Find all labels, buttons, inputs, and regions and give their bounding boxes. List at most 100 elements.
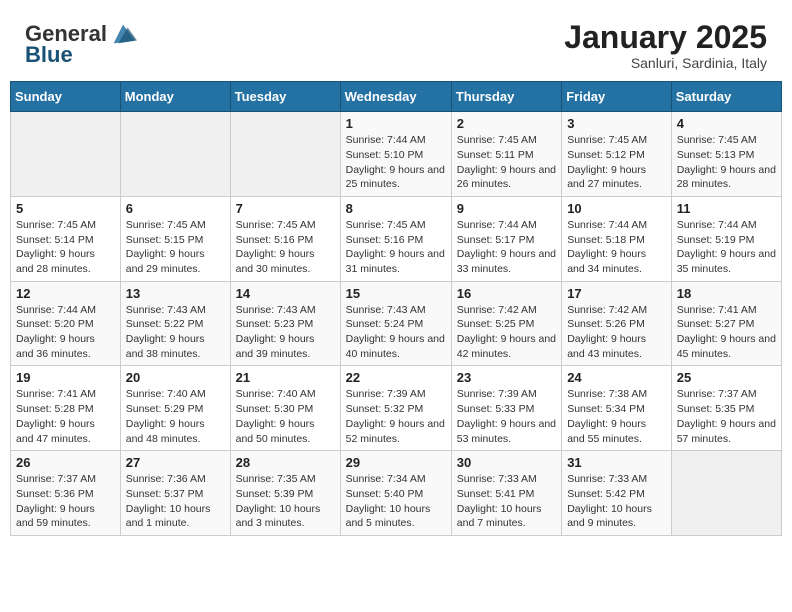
calendar-cell: 26 Sunrise: 7:37 AM Sunset: 5:36 PM Dayli… bbox=[11, 451, 121, 536]
day-number: 13 bbox=[126, 286, 225, 301]
day-info: Sunrise: 7:44 AM Sunset: 5:18 PM Dayligh… bbox=[567, 218, 666, 277]
calendar-cell: 21 Sunrise: 7:40 AM Sunset: 5:30 PM Dayli… bbox=[230, 366, 340, 451]
calendar-cell bbox=[671, 451, 781, 536]
day-info: Sunrise: 7:43 AM Sunset: 5:24 PM Dayligh… bbox=[346, 303, 446, 362]
day-number: 23 bbox=[457, 370, 556, 385]
day-number: 12 bbox=[16, 286, 115, 301]
header-cell-saturday: Saturday bbox=[671, 82, 781, 112]
logo-blue: Blue bbox=[25, 44, 73, 66]
day-number: 18 bbox=[677, 286, 776, 301]
calendar-cell: 30Sunrise: 7:33 AM Sunset: 5:41 PM Dayli… bbox=[451, 451, 561, 536]
calendar-table: SundayMondayTuesdayWednesdayThursdayFrid… bbox=[10, 81, 782, 536]
day-number: 19 bbox=[16, 370, 115, 385]
day-number: 28 bbox=[236, 455, 335, 470]
header-cell-sunday: Sunday bbox=[11, 82, 121, 112]
day-number: 26 bbox=[16, 455, 115, 470]
header-cell-wednesday: Wednesday bbox=[340, 82, 451, 112]
day-number: 3 bbox=[567, 116, 666, 131]
calendar-cell: 2Sunrise: 7:45 AM Sunset: 5:11 PM Daylig… bbox=[451, 112, 561, 197]
day-number: 16 bbox=[457, 286, 556, 301]
day-info: Sunrise: 7:45 AM Sunset: 5:13 PM Dayligh… bbox=[677, 133, 776, 192]
calendar-cell: 19 Sunrise: 7:41 AM Sunset: 5:28 PM Dayli… bbox=[11, 366, 121, 451]
day-number: 31 bbox=[567, 455, 666, 470]
day-number: 7 bbox=[236, 201, 335, 216]
logo-icon bbox=[109, 20, 137, 48]
day-info: Sunrise: 7:33 AM Sunset: 5:41 PM Dayligh… bbox=[457, 472, 556, 531]
month-title: January 2025 bbox=[564, 20, 767, 55]
day-info: Sunrise: 7:44 AM Sunset: 5:17 PM Dayligh… bbox=[457, 218, 556, 277]
day-info: Sunrise: 7:33 AM Sunset: 5:42 PM Dayligh… bbox=[567, 472, 666, 531]
day-info: Sunrise: 7:42 AM Sunset: 5:25 PM Dayligh… bbox=[457, 303, 556, 362]
day-info: Sunrise: 7:45 AM Sunset: 5:16 PM Dayligh… bbox=[236, 218, 335, 277]
calendar-cell: 24 Sunrise: 7:38 AM Sunset: 5:34 PM Dayli… bbox=[562, 366, 672, 451]
day-number: 6 bbox=[126, 201, 225, 216]
day-info: Sunrise: 7:37 AM Sunset: 5:36 PM Dayligh… bbox=[16, 472, 115, 531]
day-number: 21 bbox=[236, 370, 335, 385]
header-cell-monday: Monday bbox=[120, 82, 230, 112]
day-number: 22 bbox=[346, 370, 446, 385]
day-number: 27 bbox=[126, 455, 225, 470]
calendar-cell: 15 Sunrise: 7:43 AM Sunset: 5:24 PM Dayli… bbox=[340, 281, 451, 366]
day-info: Sunrise: 7:41 AM Sunset: 5:27 PM Dayligh… bbox=[677, 303, 776, 362]
calendar-cell: 5 Sunrise: 7:45 AM Sunset: 5:14 PM Daylig… bbox=[11, 196, 121, 281]
day-number: 11 bbox=[677, 201, 776, 216]
calendar-cell: 13Sunrise: 7:43 AM Sunset: 5:22 PM Dayli… bbox=[120, 281, 230, 366]
day-number: 24 bbox=[567, 370, 666, 385]
day-info: Sunrise: 7:40 AM Sunset: 5:30 PM Dayligh… bbox=[236, 387, 335, 446]
calendar-cell: 31 Sunrise: 7:33 AM Sunset: 5:42 PM Dayli… bbox=[562, 451, 672, 536]
day-info: Sunrise: 7:44 AM Sunset: 5:19 PM Dayligh… bbox=[677, 218, 776, 277]
calendar-cell: 6 Sunrise: 7:45 AM Sunset: 5:15 PM Daylig… bbox=[120, 196, 230, 281]
day-number: 17 bbox=[567, 286, 666, 301]
calendar-cell: 14 Sunrise: 7:43 AM Sunset: 5:23 PM Dayli… bbox=[230, 281, 340, 366]
day-number: 5 bbox=[16, 201, 115, 216]
day-number: 25 bbox=[677, 370, 776, 385]
page-header: General Blue January 2025 Sanluri, Sardi… bbox=[10, 10, 782, 76]
calendar-cell: 7 Sunrise: 7:45 AM Sunset: 5:16 PM Daylig… bbox=[230, 196, 340, 281]
day-info: Sunrise: 7:43 AM Sunset: 5:23 PM Dayligh… bbox=[236, 303, 335, 362]
calendar-week-row: 12 Sunrise: 7:44 AM Sunset: 5:20 PM Dayli… bbox=[11, 281, 782, 366]
location-subtitle: Sanluri, Sardinia, Italy bbox=[564, 55, 767, 71]
calendar-cell: 27 Sunrise: 7:36 AM Sunset: 5:37 PM Dayli… bbox=[120, 451, 230, 536]
calendar-cell: 3 Sunrise: 7:45 AM Sunset: 5:12 PM Daylig… bbox=[562, 112, 672, 197]
calendar-cell: 16 Sunrise: 7:42 AM Sunset: 5:25 PM Dayli… bbox=[451, 281, 561, 366]
calendar-cell: 18 Sunrise: 7:41 AM Sunset: 5:27 PM Dayli… bbox=[671, 281, 781, 366]
day-info: Sunrise: 7:44 AM Sunset: 5:10 PM Dayligh… bbox=[346, 133, 446, 192]
day-info: Sunrise: 7:45 AM Sunset: 5:14 PM Dayligh… bbox=[16, 218, 115, 277]
day-info: Sunrise: 7:45 AM Sunset: 5:15 PM Dayligh… bbox=[126, 218, 225, 277]
header-cell-thursday: Thursday bbox=[451, 82, 561, 112]
calendar-cell: 28 Sunrise: 7:35 AM Sunset: 5:39 PM Dayli… bbox=[230, 451, 340, 536]
calendar-week-row: 5 Sunrise: 7:45 AM Sunset: 5:14 PM Daylig… bbox=[11, 196, 782, 281]
day-number: 14 bbox=[236, 286, 335, 301]
day-number: 10 bbox=[567, 201, 666, 216]
day-info: Sunrise: 7:34 AM Sunset: 5:40 PM Dayligh… bbox=[346, 472, 446, 531]
calendar-cell: 17Sunrise: 7:42 AM Sunset: 5:26 PM Dayli… bbox=[562, 281, 672, 366]
calendar-cell: 8Sunrise: 7:45 AM Sunset: 5:16 PM Daylig… bbox=[340, 196, 451, 281]
calendar-cell: 11 Sunrise: 7:44 AM Sunset: 5:19 PM Dayli… bbox=[671, 196, 781, 281]
day-info: Sunrise: 7:45 AM Sunset: 5:12 PM Dayligh… bbox=[567, 133, 666, 192]
day-number: 1 bbox=[346, 116, 446, 131]
day-info: Sunrise: 7:37 AM Sunset: 5:35 PM Dayligh… bbox=[677, 387, 776, 446]
day-info: Sunrise: 7:36 AM Sunset: 5:37 PM Dayligh… bbox=[126, 472, 225, 531]
calendar-cell: 23 Sunrise: 7:39 AM Sunset: 5:33 PM Dayli… bbox=[451, 366, 561, 451]
calendar-cell: 25 Sunrise: 7:37 AM Sunset: 5:35 PM Dayli… bbox=[671, 366, 781, 451]
calendar-cell: 1 Sunrise: 7:44 AM Sunset: 5:10 PM Daylig… bbox=[340, 112, 451, 197]
calendar-cell: 4 Sunrise: 7:45 AM Sunset: 5:13 PM Daylig… bbox=[671, 112, 781, 197]
day-info: Sunrise: 7:38 AM Sunset: 5:34 PM Dayligh… bbox=[567, 387, 666, 446]
day-number: 20 bbox=[126, 370, 225, 385]
day-number: 4 bbox=[677, 116, 776, 131]
day-number: 29 bbox=[346, 455, 446, 470]
day-info: Sunrise: 7:41 AM Sunset: 5:28 PM Dayligh… bbox=[16, 387, 115, 446]
header-cell-friday: Friday bbox=[562, 82, 672, 112]
calendar-cell: 22 Sunrise: 7:39 AM Sunset: 5:32 PM Dayli… bbox=[340, 366, 451, 451]
day-number: 15 bbox=[346, 286, 446, 301]
day-number: 9 bbox=[457, 201, 556, 216]
day-info: Sunrise: 7:39 AM Sunset: 5:33 PM Dayligh… bbox=[457, 387, 556, 446]
day-info: Sunrise: 7:39 AM Sunset: 5:32 PM Dayligh… bbox=[346, 387, 446, 446]
calendar-week-row: 1 Sunrise: 7:44 AM Sunset: 5:10 PM Daylig… bbox=[11, 112, 782, 197]
calendar-week-row: 19 Sunrise: 7:41 AM Sunset: 5:28 PM Dayli… bbox=[11, 366, 782, 451]
day-info: Sunrise: 7:44 AM Sunset: 5:20 PM Dayligh… bbox=[16, 303, 115, 362]
day-info: Sunrise: 7:45 AM Sunset: 5:16 PM Dayligh… bbox=[346, 218, 446, 277]
day-info: Sunrise: 7:35 AM Sunset: 5:39 PM Dayligh… bbox=[236, 472, 335, 531]
day-number: 2 bbox=[457, 116, 556, 131]
calendar-header-row: SundayMondayTuesdayWednesdayThursdayFrid… bbox=[11, 82, 782, 112]
